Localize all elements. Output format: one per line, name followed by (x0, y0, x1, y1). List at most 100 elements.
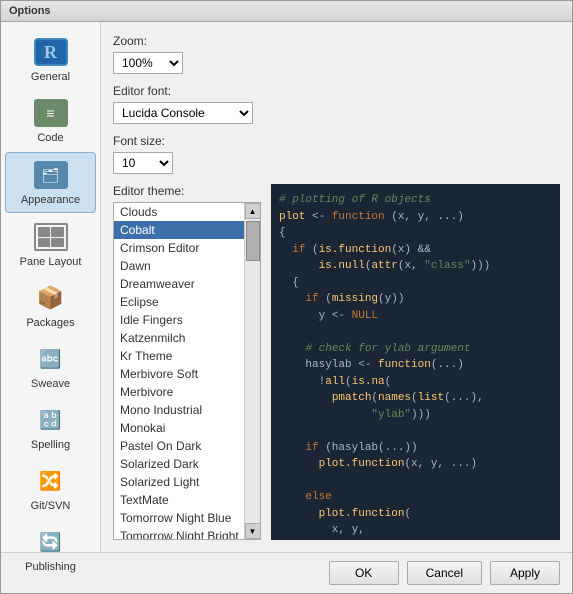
code-line: { (279, 225, 552, 242)
code-line: hasylab <- function(...) (279, 357, 552, 374)
sidebar-item-publishing[interactable]: 🔄 Publishing (5, 520, 96, 579)
theme-list-item[interactable]: Cobalt (114, 221, 244, 239)
pane-icon (33, 221, 69, 253)
appearance-icon: 🗂 (33, 159, 69, 191)
theme-list-item[interactable]: Solarized Light (114, 473, 244, 491)
theme-list-item[interactable]: Dreamweaver (114, 275, 244, 293)
sidebar-item-label: Pane Layout (20, 256, 82, 268)
theme-list-item[interactable]: Mono Industrial (114, 401, 244, 419)
sidebar-item-label: Spelling (31, 439, 70, 451)
top-options-row: Zoom: 75% 100% 125% 150% (113, 34, 560, 74)
theme-list-item[interactable]: Kr Theme (114, 347, 244, 365)
font-size-select[interactable]: 8 9 10 11 12 (113, 152, 173, 174)
code-line: plot <- function (x, y, ...) (279, 209, 552, 226)
theme-list-item[interactable]: Idle Fingers (114, 311, 244, 329)
scroll-thumb[interactable] (246, 221, 260, 261)
theme-list-item[interactable]: Crimson Editor (114, 239, 244, 257)
ok-button[interactable]: OK (329, 561, 399, 585)
code-line: x, y, (279, 522, 552, 539)
scroll-up-arrow[interactable]: ▲ (245, 203, 261, 219)
theme-list[interactable]: CloudsCobaltCrimson EditorDawnDreamweave… (114, 203, 244, 539)
scroll-track[interactable] (245, 219, 260, 523)
code-line: ylab = paste( (279, 539, 552, 541)
editor-layout: Editor theme: CloudsCobaltCrimson Editor… (113, 184, 560, 540)
sidebar-item-packages[interactable]: 📦 Packages (5, 276, 96, 335)
sidebar-item-label: Packages (26, 317, 74, 329)
sweave-icon: 🔤 (33, 343, 69, 375)
theme-list-container: CloudsCobaltCrimson EditorDawnDreamweave… (113, 202, 261, 540)
sidebar-item-general[interactable]: R General (5, 30, 96, 89)
zoom-label: Zoom: (113, 34, 183, 48)
theme-list-item[interactable]: Katzenmilch (114, 329, 244, 347)
sidebar-item-pane-layout[interactable]: Pane Layout (5, 215, 96, 274)
font-size-group: Font size: 8 9 10 11 12 (113, 134, 173, 174)
window-title: Options (9, 5, 51, 17)
sidebar-item-label: General (31, 71, 70, 83)
code-line (279, 324, 552, 341)
code-line: pmatch(names(list(...), (279, 390, 552, 407)
theme-list-item[interactable]: Solarized Dark (114, 455, 244, 473)
code-line: if (hasylab(...)) (279, 440, 552, 457)
sidebar: R General ≡ Code 🗂 Appearance (1, 22, 101, 552)
code-line: { (279, 275, 552, 292)
theme-list-item[interactable]: Tomorrow Night Blue (114, 509, 244, 527)
sidebar-item-label: Git/SVN (31, 500, 71, 512)
code-line: plot.function( (279, 506, 552, 523)
gitsvn-icon: 🔀 (33, 465, 69, 497)
scrollbar[interactable]: ▲ ▼ (244, 203, 260, 539)
theme-list-item[interactable]: Dawn (114, 257, 244, 275)
font-options-row: Editor font: Courier New Lucida Console … (113, 84, 560, 124)
sidebar-item-gitsvn[interactable]: 🔀 Git/SVN (5, 459, 96, 518)
zoom-group: Zoom: 75% 100% 125% 150% (113, 34, 183, 74)
sidebar-item-code[interactable]: ≡ Code (5, 91, 96, 150)
code-line: # plotting of R objects (279, 192, 552, 209)
sidebar-item-label: Sweave (31, 378, 70, 390)
apply-button[interactable]: Apply (490, 561, 560, 585)
code-line: "ylab"))) (279, 407, 552, 424)
sidebar-item-sweave[interactable]: 🔤 Sweave (5, 337, 96, 396)
theme-list-item[interactable]: Merbivore Soft (114, 365, 244, 383)
theme-list-item[interactable]: Eclipse (114, 293, 244, 311)
packages-icon: 📦 (33, 282, 69, 314)
code-line: plot.function(x, y, ...) (279, 456, 552, 473)
theme-panel: Editor theme: CloudsCobaltCrimson Editor… (113, 184, 261, 540)
sidebar-item-label: Publishing (25, 561, 76, 573)
theme-list-item[interactable]: Pastel On Dark (114, 437, 244, 455)
scroll-down-arrow[interactable]: ▼ (245, 523, 261, 539)
code-icon: ≡ (33, 97, 69, 129)
code-line (279, 423, 552, 440)
code-line: # check for ylab argument (279, 341, 552, 358)
editor-theme-label: Editor theme: (113, 184, 261, 198)
code-line: if (is.function(x) && (279, 242, 552, 259)
sidebar-item-appearance[interactable]: 🗂 Appearance (5, 152, 96, 213)
editor-font-select[interactable]: Courier New Lucida Console Consolas Mona… (113, 102, 253, 124)
sidebar-item-label: Code (37, 132, 63, 144)
content-area: R General ≡ Code 🗂 Appearance (1, 22, 572, 552)
fontsize-options-row: Font size: 8 9 10 11 12 (113, 134, 560, 174)
code-preview: # plotting of R objectsplot <- function … (271, 184, 560, 540)
code-line: y <- NULL (279, 308, 552, 325)
theme-list-item[interactable]: Clouds (114, 203, 244, 221)
general-icon: R (33, 36, 69, 68)
code-line: !all(is.na( (279, 374, 552, 391)
editor-font-group: Editor font: Courier New Lucida Console … (113, 84, 253, 124)
code-line: if (missing(y)) (279, 291, 552, 308)
code-line: is.null(attr(x, "class"))) (279, 258, 552, 275)
cancel-button[interactable]: Cancel (407, 561, 482, 585)
theme-list-item[interactable]: Monokai (114, 419, 244, 437)
font-size-label: Font size: (113, 134, 173, 148)
theme-list-wrapper: CloudsCobaltCrimson EditorDawnDreamweave… (114, 203, 260, 539)
sidebar-item-spelling[interactable]: 🔡 Spelling (5, 398, 96, 457)
zoom-select[interactable]: 75% 100% 125% 150% (113, 52, 183, 74)
title-bar: Options (1, 1, 572, 22)
code-line: else (279, 489, 552, 506)
editor-font-label: Editor font: (113, 84, 253, 98)
theme-list-item[interactable]: Tomorrow Night Bright (114, 527, 244, 539)
theme-list-item[interactable]: TextMate (114, 491, 244, 509)
code-line (279, 473, 552, 490)
sidebar-item-label: Appearance (21, 194, 80, 206)
theme-list-item[interactable]: Merbivore (114, 383, 244, 401)
options-window: Options R General ≡ Code 🗂 Appearance (0, 0, 573, 594)
spelling-icon: 🔡 (33, 404, 69, 436)
publishing-icon: 🔄 (33, 526, 69, 558)
